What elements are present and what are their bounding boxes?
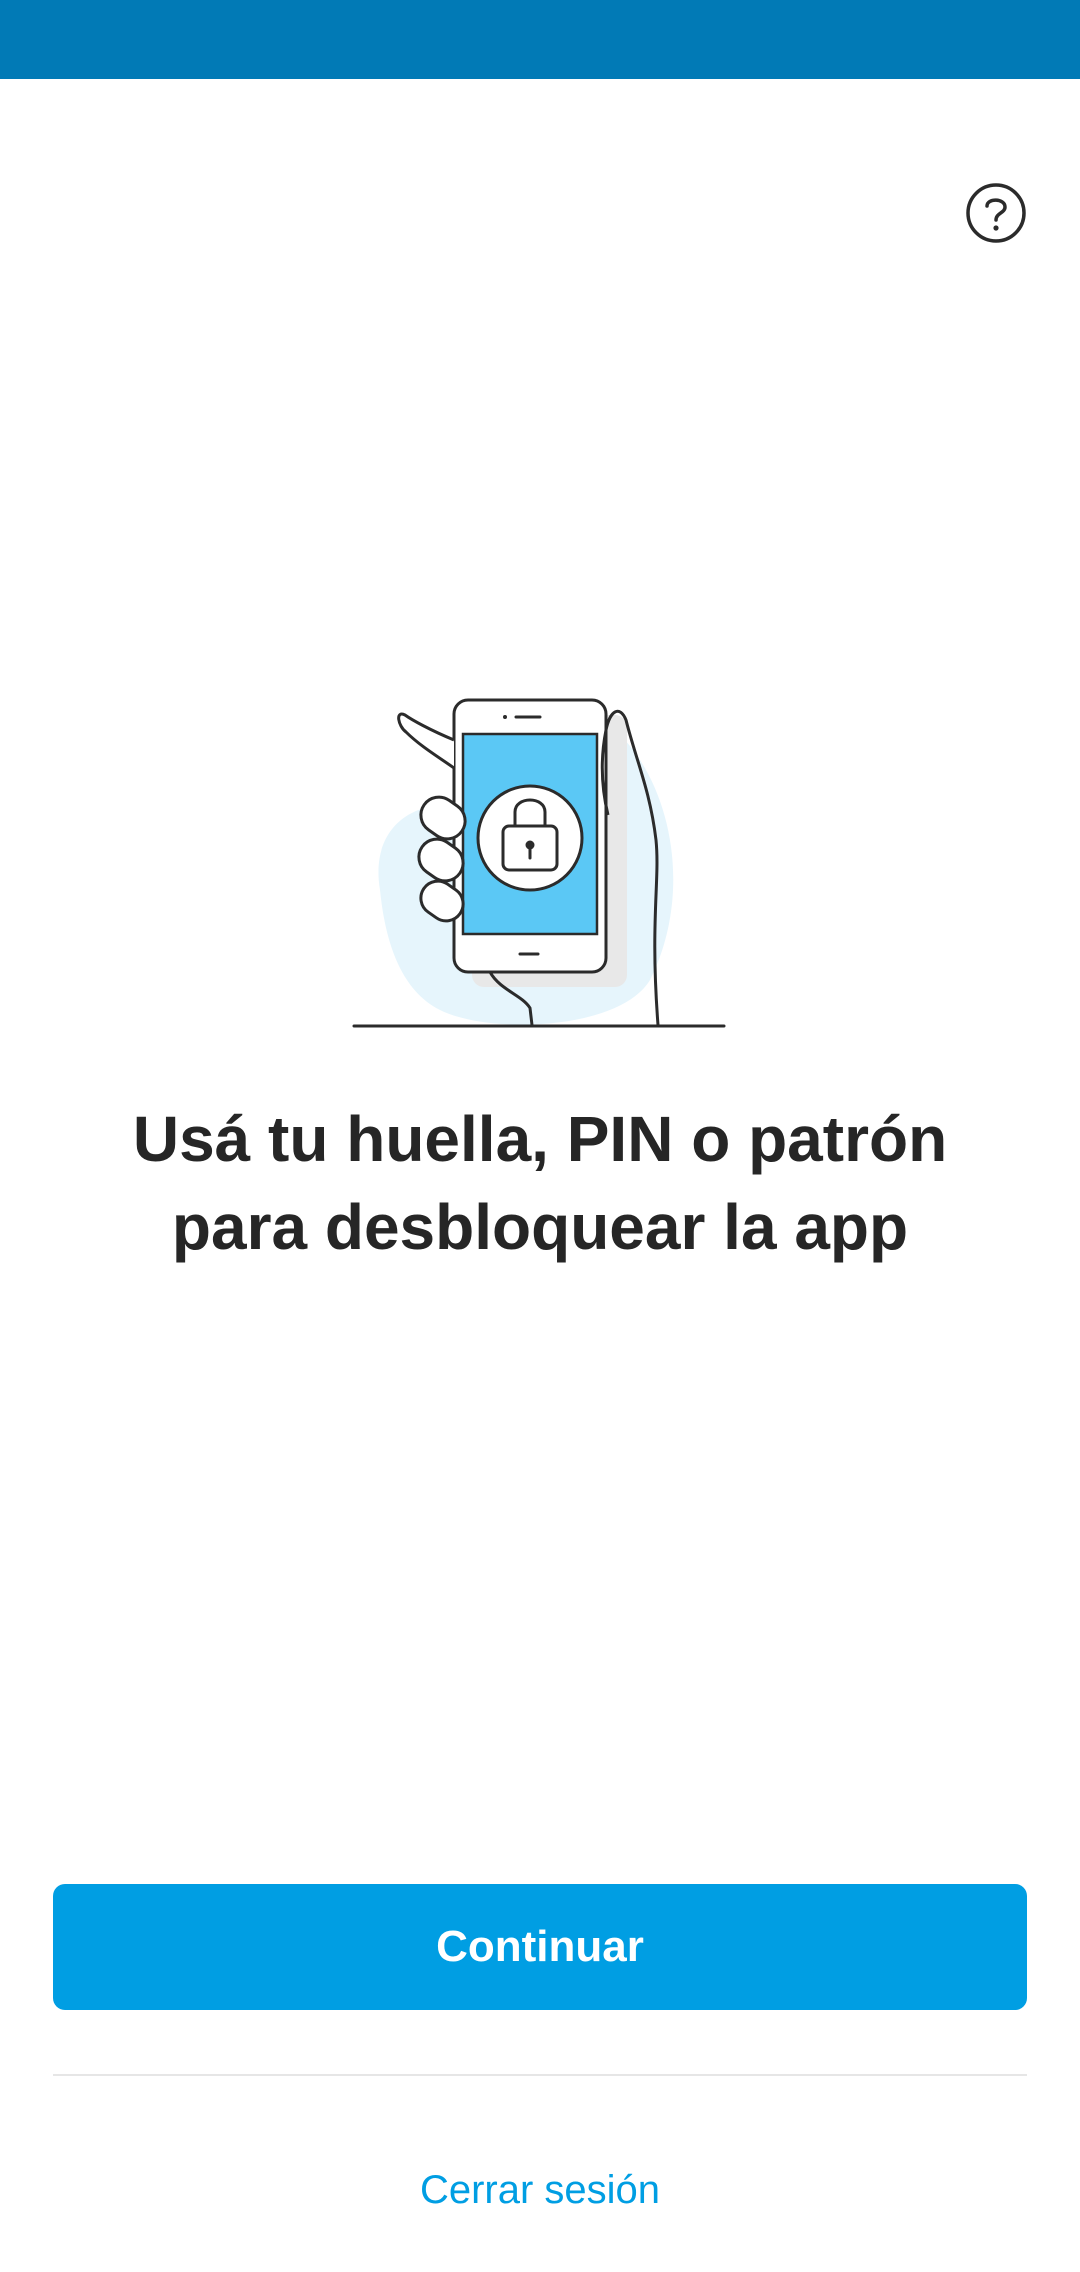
page-title-line-1: Usá tu huella, PIN o patrón — [132, 1103, 948, 1175]
page-title: Usá tu huella, PIN o patrón para desbloq… — [60, 1095, 1020, 1271]
unlock-screen: Usá tu huella, PIN o patrón para desbloq… — [0, 0, 1080, 2272]
question-circle-icon — [966, 183, 1026, 243]
page-title-line-2: para desbloquear la app — [171, 1191, 909, 1263]
divider — [53, 2074, 1027, 2076]
hand-phone-lock-illustration — [352, 698, 726, 1028]
logout-link[interactable]: Cerrar sesión — [0, 2162, 1080, 2218]
help-button[interactable] — [962, 179, 1030, 247]
status-bar — [0, 0, 1080, 79]
phone-lock-illustration — [350, 690, 730, 1035]
continue-button[interactable]: Continuar — [53, 1884, 1027, 2010]
